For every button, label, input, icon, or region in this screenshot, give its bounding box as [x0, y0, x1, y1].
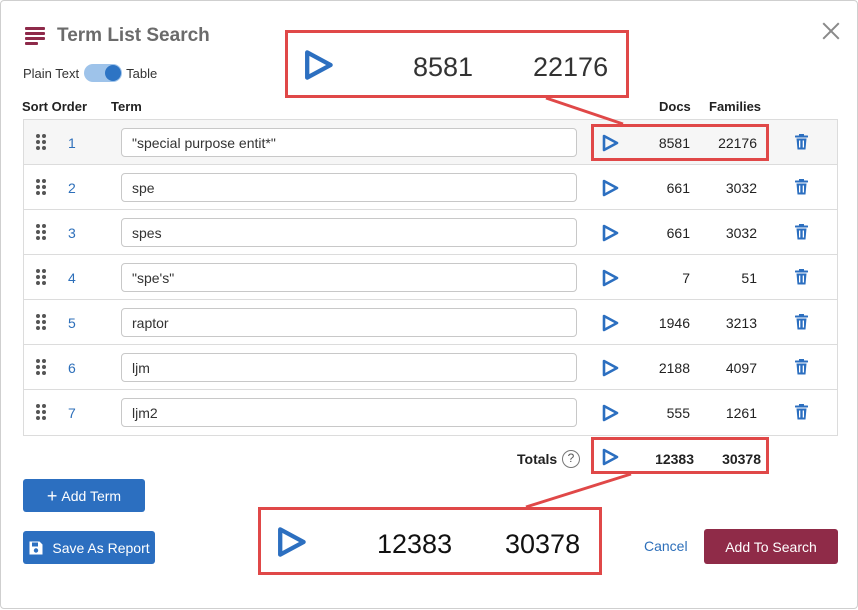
add-term-label: Add Term — [61, 487, 122, 504]
term-input[interactable] — [121, 128, 577, 157]
table-row: 2 661 3032 — [24, 165, 837, 210]
trash-icon[interactable] — [794, 269, 809, 285]
toggle-left-label: Plain Text — [23, 65, 80, 81]
row-families: 1261 — [725, 405, 757, 421]
save-as-report-button[interactable]: Save As Report — [23, 531, 155, 564]
list-menu-icon — [25, 27, 47, 45]
view-mode-switch[interactable] — [84, 64, 123, 82]
toggle-right-label: Table — [126, 65, 158, 81]
save-as-report-label: Save As Report — [52, 539, 150, 556]
row-docs: 555 — [666, 405, 690, 421]
drag-handle-icon[interactable] — [36, 404, 47, 420]
term-input[interactable] — [121, 173, 577, 202]
play-icon[interactable] — [600, 403, 620, 423]
callout-bottom-families: 30378 — [505, 529, 581, 559]
callout-bottom-docs: 12383 — [377, 529, 453, 559]
zoom-callout-top: 8581 22176 — [285, 30, 629, 98]
row-order: 1 — [68, 135, 76, 151]
play-icon[interactable] — [600, 223, 620, 243]
callout-top-families: 22176 — [533, 52, 609, 82]
trash-icon[interactable] — [794, 179, 809, 195]
col-header-families[interactable]: Families — [709, 99, 761, 114]
table-row: 3 661 3032 — [24, 210, 837, 255]
row-families: 3213 — [725, 315, 757, 331]
row-families: 4097 — [725, 360, 757, 376]
save-icon — [29, 541, 43, 554]
term-input[interactable] — [121, 398, 577, 427]
add-to-search-button[interactable]: Add To Search — [704, 529, 838, 564]
play-icon[interactable] — [600, 358, 620, 378]
trash-icon[interactable] — [794, 314, 809, 330]
row-families: 3032 — [725, 225, 757, 241]
row-order: 5 — [68, 315, 76, 331]
plus-icon: + — [46, 485, 58, 506]
col-header-docs[interactable]: Docs — [659, 99, 691, 114]
help-icon[interactable]: ? — [562, 450, 580, 468]
row-order: 6 — [68, 360, 76, 376]
close-icon[interactable] — [821, 21, 841, 41]
play-icon[interactable] — [600, 447, 620, 467]
term-input[interactable] — [121, 218, 577, 247]
row-families: 3032 — [725, 180, 757, 196]
table-row: 4 7 51 — [24, 255, 837, 300]
row-docs: 661 — [666, 225, 690, 241]
dialog-title: Term List Search — [57, 25, 210, 46]
row-order: 3 — [68, 225, 76, 241]
trash-icon[interactable] — [794, 404, 809, 420]
term-list-dialog: Term List Search Plain Text Table Sort O… — [0, 0, 858, 609]
col-header-term[interactable]: Term — [111, 99, 142, 114]
trash-icon[interactable] — [794, 134, 809, 150]
row-families: 51 — [741, 270, 757, 286]
drag-handle-icon[interactable] — [36, 134, 47, 150]
term-input[interactable] — [121, 308, 577, 337]
drag-handle-icon[interactable] — [36, 179, 47, 195]
callout-top-docs: 8581 — [413, 52, 474, 82]
row-order: 2 — [68, 180, 76, 196]
row-docs: 2188 — [658, 360, 690, 376]
totals-docs: 12383 — [655, 451, 694, 467]
term-input[interactable] — [121, 263, 577, 292]
drag-handle-icon[interactable] — [36, 359, 47, 375]
totals-label: Totals — [517, 451, 558, 467]
cancel-link[interactable]: Cancel — [644, 538, 688, 554]
play-icon — [305, 50, 333, 80]
play-icon[interactable] — [600, 268, 620, 288]
row-docs: 7 — [682, 270, 690, 286]
term-input[interactable] — [121, 353, 577, 382]
totals-families: 30378 — [722, 451, 761, 467]
table-row: 6 2188 4097 — [24, 345, 837, 390]
add-term-button[interactable]: + Add Term — [23, 479, 145, 512]
view-toggle: Plain Text Table — [23, 64, 157, 82]
row-1-highlight — [591, 124, 769, 161]
row-docs: 1946 — [658, 315, 690, 331]
trash-icon[interactable] — [794, 359, 809, 375]
dialog-header: Term List Search — [25, 23, 210, 49]
play-icon[interactable] — [600, 178, 620, 198]
drag-handle-icon[interactable] — [36, 224, 47, 240]
play-icon — [278, 527, 306, 557]
zoom-callout-bottom: 12383 30378 — [258, 507, 602, 575]
drag-handle-icon[interactable] — [36, 269, 47, 285]
row-docs: 661 — [666, 180, 690, 196]
term-table: 1 8581 22176 2 661 3032 3 — [23, 119, 838, 436]
trash-icon[interactable] — [794, 224, 809, 240]
play-icon[interactable] — [600, 313, 620, 333]
table-row: 5 1946 3213 — [24, 300, 837, 345]
col-header-sort-order[interactable]: Sort Order — [22, 99, 87, 114]
table-row: 7 555 1261 — [24, 390, 837, 435]
switch-knob — [105, 65, 122, 81]
row-order: 7 — [68, 405, 76, 421]
row-order: 4 — [68, 270, 76, 286]
drag-handle-icon[interactable] — [36, 314, 47, 330]
